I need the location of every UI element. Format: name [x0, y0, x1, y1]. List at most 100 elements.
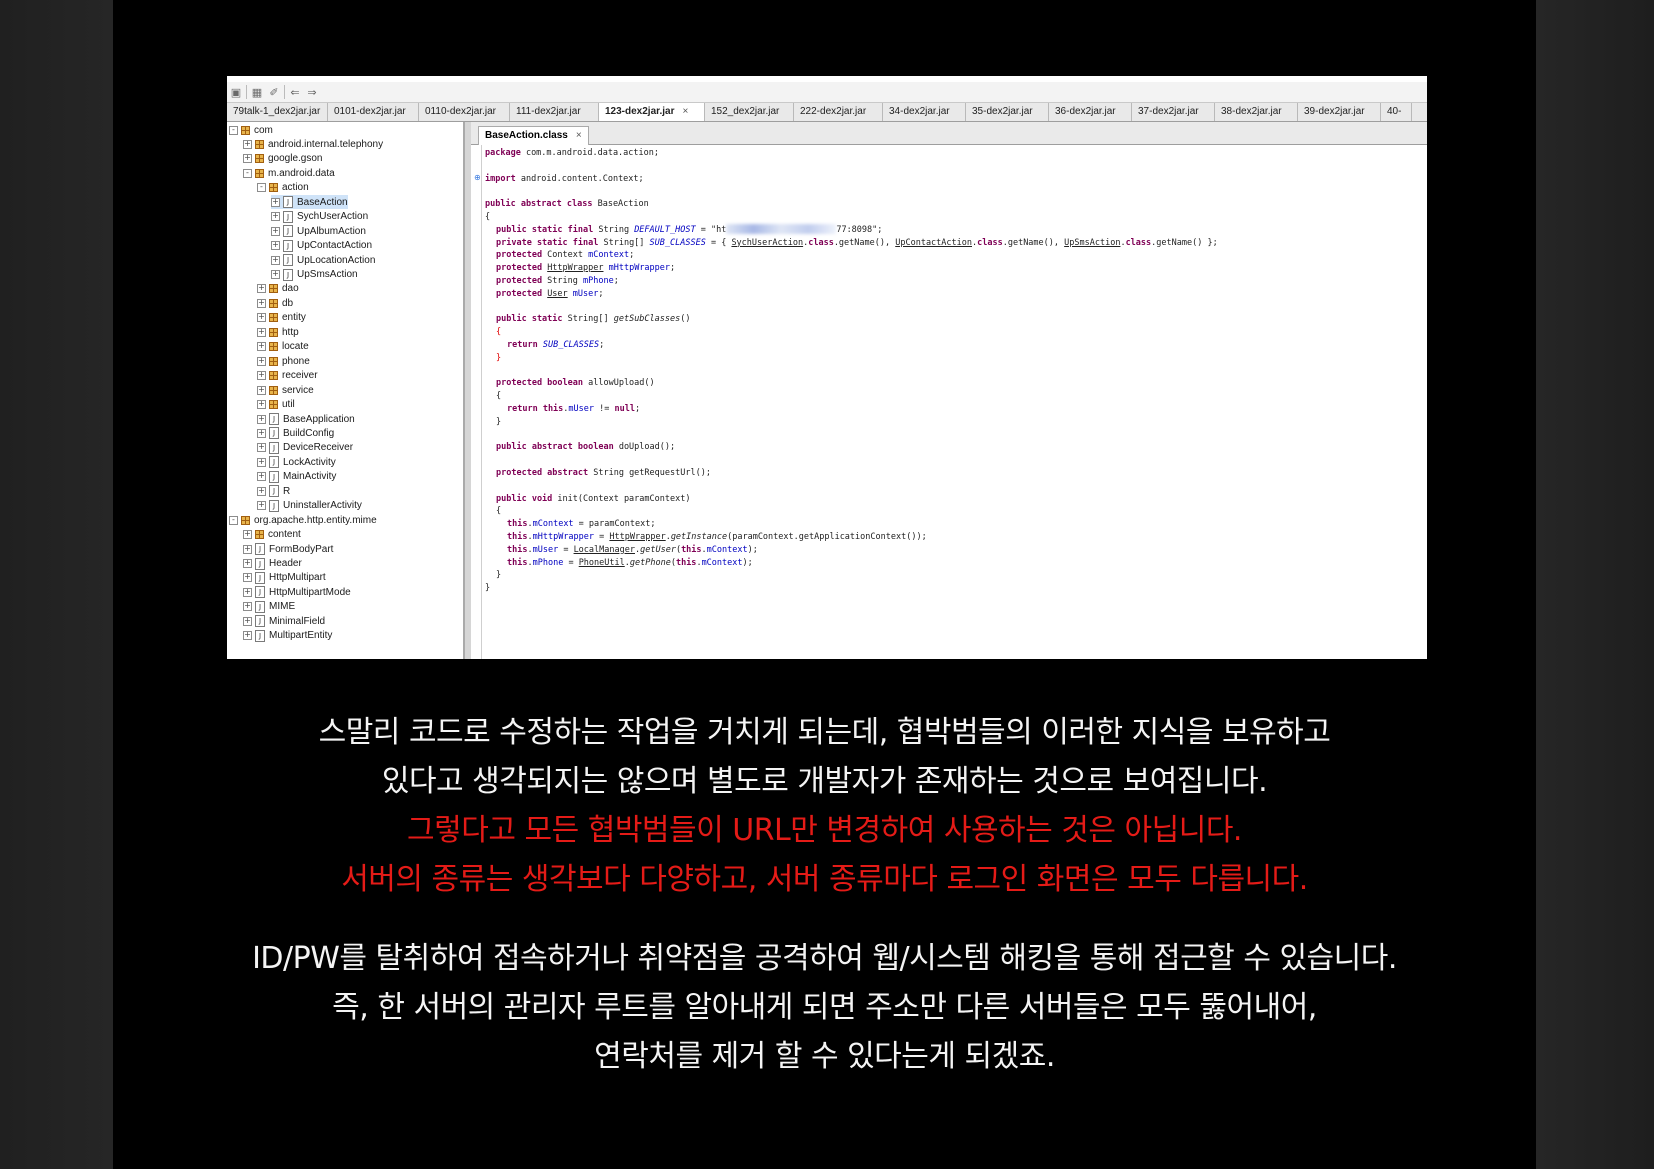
tree-node[interactable]: + http [257, 325, 299, 339]
expand-icon[interactable]: + [271, 241, 280, 251]
expand-icon[interactable]: + [257, 400, 266, 410]
class-file-icon: J [255, 600, 265, 613]
tab-123-dex2jar-jar[interactable]: 123-dex2jar.jar × [599, 103, 705, 121]
collapse-icon[interactable]: - [257, 183, 266, 193]
save-all-icon[interactable]: ▦ [250, 85, 264, 99]
fold-icon[interactable]: ⊕ [474, 173, 481, 182]
expand-icon[interactable]: + [243, 559, 252, 568]
expand-icon[interactable]: + [257, 284, 266, 294]
expand-icon[interactable]: + [243, 587, 252, 597]
expand-icon[interactable]: + [271, 270, 280, 279]
tree-node[interactable]: + J UpContactAction [271, 239, 372, 253]
tree-node[interactable]: + J FormBodyPart [243, 542, 333, 556]
tree-node[interactable]: + J R [257, 484, 290, 498]
tree-node[interactable]: - action [257, 181, 309, 195]
expand-icon[interactable]: + [271, 226, 280, 236]
tree-node[interactable]: + J HttpMultipartMode [243, 585, 351, 599]
tree-node[interactable]: + receiver [257, 369, 318, 383]
tree-node[interactable]: - com [229, 123, 273, 137]
collapse-icon[interactable]: - [229, 515, 238, 525]
expand-icon[interactable]: + [243, 631, 252, 641]
tab-35-dex2jar-jar[interactable]: 35-dex2jar.jar [966, 103, 1049, 121]
close-icon[interactable]: × [576, 130, 582, 141]
expand-icon[interactable]: + [271, 255, 280, 265]
tab-79talk-1-dex2jar-jar[interactable]: 79talk-1_dex2jar.jar [227, 103, 328, 121]
expand-icon[interactable]: + [243, 616, 252, 626]
expand-icon[interactable]: + [257, 327, 266, 337]
expand-icon[interactable]: + [257, 428, 266, 438]
package-icon [241, 515, 250, 525]
tree-node[interactable]: + entity [257, 311, 306, 325]
tab-39-dex2jar-jar[interactable]: 39-dex2jar.jar [1298, 103, 1381, 121]
code-ruler [481, 145, 482, 659]
tree-node[interactable]: + util [257, 398, 295, 412]
tree-node[interactable]: + J SychUserAction [271, 210, 368, 224]
tree-node[interactable]: + dao [257, 282, 299, 296]
tree-node[interactable]: + locate [257, 340, 309, 354]
tree-node[interactable]: + J Header [243, 557, 302, 571]
tree-node[interactable]: + J HttpMultipart [243, 571, 326, 585]
tab-37-dex2jar-jar[interactable]: 37-dex2jar.jar [1132, 103, 1215, 121]
tree-node[interactable]: + android.internal.telephony [243, 137, 383, 151]
code-view[interactable]: package com.m.android.data.action; import… [471, 145, 1427, 659]
expand-icon[interactable]: + [243, 154, 252, 164]
tab-40[interactable]: 40- [1381, 103, 1412, 121]
tree-node[interactable]: + J MinimalField [243, 614, 325, 628]
tree-node[interactable]: + J UpAlbumAction [271, 224, 366, 238]
collapse-icon[interactable]: - [243, 168, 252, 178]
editor-tab[interactable]: BaseAction.class × [478, 126, 589, 145]
tree-node[interactable]: + content [243, 528, 301, 542]
tree-node[interactable]: + J MultipartEntity [243, 629, 332, 643]
expand-icon[interactable]: + [257, 414, 266, 424]
expand-icon[interactable]: + [243, 544, 252, 554]
toolbar-separator [246, 85, 247, 99]
tree-node[interactable]: + J UpSmsAction [271, 268, 358, 282]
open-icon[interactable]: ▣ [229, 85, 243, 99]
expand-icon[interactable]: + [257, 385, 266, 395]
tree-node[interactable]: + service [257, 383, 314, 397]
expand-icon[interactable]: + [271, 212, 280, 222]
tree-node[interactable]: + db [257, 296, 293, 310]
collapse-icon[interactable]: - [229, 125, 238, 135]
expand-icon[interactable]: + [243, 573, 252, 583]
tab-111-dex2jar-jar[interactable]: 111-dex2jar.jar [510, 103, 599, 121]
tab-0110-dex2jar-jar[interactable]: 0110-dex2jar.jar [419, 103, 510, 121]
expand-icon[interactable]: + [257, 472, 266, 482]
tree-node[interactable]: + J LockActivity [257, 455, 336, 469]
tab-34-dex2jar-jar[interactable]: 34-dex2jar.jar [883, 103, 966, 121]
expand-icon[interactable]: + [243, 602, 252, 612]
expand-icon[interactable]: + [257, 298, 266, 308]
expand-icon[interactable]: + [257, 342, 266, 352]
tree-node[interactable]: - m.android.data [243, 166, 335, 180]
tree-node[interactable]: + phone [257, 354, 310, 368]
forward-arrow-icon[interactable]: ⇒ [305, 85, 319, 99]
tree-node[interactable]: + J DeviceReceiver [257, 441, 353, 455]
tree-node[interactable]: + J BaseApplication [257, 412, 355, 426]
expand-icon[interactable]: + [257, 457, 266, 467]
expand-icon[interactable]: + [257, 313, 266, 323]
back-arrow-icon[interactable]: ⇐ [288, 85, 302, 99]
tree-node[interactable]: + J BaseAction [271, 195, 348, 210]
tree-node[interactable]: + google.gson [243, 152, 323, 166]
expand-icon[interactable]: + [257, 356, 266, 366]
tool-icon[interactable]: ✐ [267, 85, 281, 99]
tab-38-dex2jar-jar[interactable]: 38-dex2jar.jar [1215, 103, 1298, 121]
expand-icon[interactable]: + [271, 197, 280, 207]
expand-icon[interactable]: + [257, 371, 266, 381]
tab-36-dex2jar-jar[interactable]: 36-dex2jar.jar [1049, 103, 1132, 121]
tab-0101-dex2jar-jar[interactable]: 0101-dex2jar.jar [328, 103, 419, 121]
expand-icon[interactable]: + [243, 139, 252, 149]
tree-node[interactable]: + J MainActivity [257, 470, 336, 484]
tree-node[interactable]: + J UninstallerActivity [257, 499, 362, 513]
tree-node[interactable]: + J BuildConfig [257, 426, 334, 440]
close-icon[interactable]: × [683, 106, 689, 117]
tree-node[interactable]: + J UpLocationAction [271, 253, 375, 267]
tab-222-dex2jar-jar[interactable]: 222-dex2jar.jar [794, 103, 883, 121]
tree-node[interactable]: + J MIME [243, 600, 295, 614]
expand-icon[interactable]: + [257, 486, 266, 496]
expand-icon[interactable]: + [257, 443, 266, 453]
tree-node[interactable]: - org.apache.http.entity.mime [229, 513, 377, 527]
expand-icon[interactable]: + [257, 501, 266, 511]
tab-152-dex2jar-jar[interactable]: 152_dex2jar.jar [705, 103, 794, 121]
expand-icon[interactable]: + [243, 530, 252, 540]
